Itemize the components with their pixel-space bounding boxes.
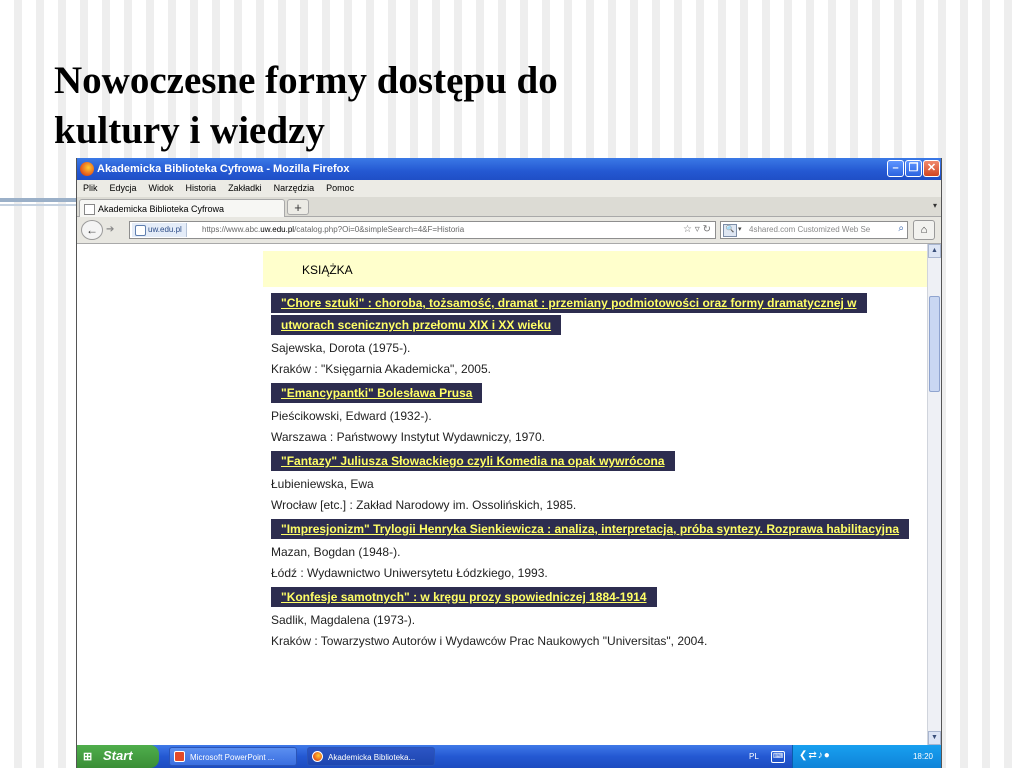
page-favicon-icon [84,204,95,215]
system-tray: PL ⌨ ❮⇄♪● 18:20 [749,745,941,768]
result-title-link[interactable]: "Impresjonizm" Trylogii Henryka Sienkiew… [271,519,910,539]
slide-title-line2: kultury i wiedzy [54,109,325,152]
menu-file[interactable]: Plik [77,180,103,193]
slide-accent-bar-light [0,204,76,206]
menu-view[interactable]: Widok [142,180,179,193]
results-list: "Chore sztuki" : choroba, tożsamość, dra… [271,292,911,654]
bookmark-star-icon[interactable]: ☆ [683,224,692,235]
site-identity-button[interactable]: uw.edu.pl [132,223,187,237]
section-header: KSIĄŻKA [263,251,927,287]
window-titlebar[interactable]: Akademicka Biblioteka Cyfrowa - Mozilla … [77,158,941,180]
window-title: Akademicka Biblioteka Cyfrowa - Mozilla … [97,163,350,175]
menu-help[interactable]: Pomoc [319,180,359,193]
powerpoint-icon [174,751,185,762]
firefox-icon [312,751,323,762]
result-author: Łubieniewska, Ewa [271,477,374,491]
taskbar-item-label: Akademicka Biblioteka... [328,753,416,762]
history-dropdown-icon[interactable]: ▿ [695,224,700,235]
taskbar-item-powerpoint[interactable]: Microsoft PowerPoint ... [169,747,297,766]
page-content: KSIĄŻKA "Chore sztuki" : choroba, tożsam… [77,244,941,745]
result-item: "Fantazy" Juliusza Słowackiego czyli Kom… [271,450,911,514]
result-imprint: Kraków : "Księgarnia Akademicka", 2005. [271,362,491,376]
result-title-link[interactable]: "Konfesje samotnych" : w kręgu prozy spo… [271,587,657,607]
tray-icons: ❮⇄♪● [799,750,831,761]
browser-window: Akademicka Biblioteka Cyfrowa - Mozilla … [76,158,942,768]
reload-icon[interactable]: ↻ [703,224,711,235]
slide-title: Nowoczesne formy dostępu do kultury i wi… [54,56,558,156]
tab-bar: Akademicka Biblioteka Cyfrowa + ▾ [77,197,941,217]
start-label: Start [103,748,133,763]
result-item: "Emancypantki" Bolesława Prusa Pieścikow… [271,382,911,446]
menu-history[interactable]: Historia [179,180,222,193]
menu-tools[interactable]: Narzędzia [267,180,320,193]
taskbar-item-label: Microsoft PowerPoint ... [190,753,275,762]
taskbar: ⊞ Start Microsoft PowerPoint ... Akademi… [77,745,941,768]
result-author: Sadlik, Magdalena (1973-). [271,613,416,627]
search-go-icon[interactable]: ⌕ [898,223,904,234]
start-button[interactable]: ⊞ Start [77,745,159,768]
site-identity-label: uw.edu.pl [148,225,182,234]
result-imprint: Kraków : Towarzystwo Autorów i Wydawców … [271,634,708,648]
result-imprint: Wrocław [etc.] : Zakład Narodowy im. Oss… [271,498,577,512]
close-button[interactable]: ✕ [923,160,940,177]
language-indicator[interactable]: PL [749,752,759,761]
tray-back-icon[interactable]: ❮ [799,750,808,761]
restore-button[interactable]: ❐ [905,160,922,177]
menu-edit[interactable]: Edycja [103,180,142,193]
result-author: Sajewska, Dorota (1975-). [271,341,411,355]
result-item: "Konfesje samotnych" : w kręgu prozy spo… [271,586,911,650]
url-domain: uw.edu.pl [260,225,295,234]
scroll-up-icon[interactable]: ▲ [928,244,941,258]
new-tab-button[interactable]: + [287,199,309,215]
back-button[interactable]: ← [81,220,103,240]
result-imprint: Warszawa : Państwowy Instytut Wydawniczy… [271,430,545,444]
network-icon[interactable]: ⇄ [808,750,817,761]
result-item: "Chore sztuki" : choroba, tożsamość, dra… [271,292,911,378]
tab-biblioteka[interactable]: Akademicka Biblioteka Cyfrowa [79,199,285,217]
antivirus-icon[interactable]: ● [824,750,831,761]
firefox-icon [80,162,94,176]
url-path: /catalog.php?Oi=0&simpleSearch=4&F=Histo… [294,225,465,234]
navigation-toolbar: ← ➔ uw.edu.pl https://www.abc.uw.edu.pl/… [77,217,941,244]
result-item: "Impresjonizm" Trylogii Henryka Sienkiew… [271,518,911,582]
site-identity-icon [135,225,146,236]
tab-label: Akademicka Biblioteka Cyfrowa [98,204,225,214]
window-controls: – ❐ ✕ [886,160,940,177]
forward-button[interactable]: ➔ [106,224,114,235]
search-engine-icon[interactable]: 🔍 [723,224,737,237]
windows-logo-icon: ⊞ [83,751,93,763]
minimize-button[interactable]: – [887,160,904,177]
scroll-down-icon[interactable]: ▼ [928,731,941,745]
search-engine-dropdown-icon[interactable]: ▾ [738,225,742,233]
section-header-label: KSIĄŻKA [302,263,353,277]
slide-title-line1: Nowoczesne formy dostępu do [54,59,558,102]
result-imprint: Łódź : Wydawnictwo Uniwersytetu Łódzkieg… [271,566,548,580]
result-title-link[interactable]: "Fantazy" Juliusza Słowackiego czyli Kom… [271,451,675,471]
result-author: Mazan, Bogdan (1948-). [271,545,401,559]
url-actions: ☆ ▿ ↻ [683,224,711,235]
result-title-link[interactable]: "Chore sztuki" : choroba, tożsamość, dra… [271,293,867,335]
slide-accent-bar [0,198,76,202]
scroll-thumb[interactable] [929,296,940,392]
url-prefix: https://www.abc. [202,225,261,234]
result-author: Pieścikowski, Edward (1932-). [271,409,432,423]
clock[interactable]: 18:20 [913,752,933,761]
menu-bar: Plik Edycja Widok Historia Zakładki Narzędzia… [77,180,941,197]
tab-list-dropdown-icon[interactable]: ▾ [933,201,937,210]
url-text[interactable]: https://www.abc.uw.edu.pl/catalog.php?Oi… [202,225,464,234]
vertical-scrollbar[interactable]: ▲ ▼ [927,244,941,745]
taskbar-item-firefox[interactable]: Akademicka Biblioteka... [307,747,435,766]
home-button[interactable]: ⌂ [913,220,935,240]
keyboard-icon[interactable]: ⌨ [771,751,785,763]
result-title-link[interactable]: "Emancypantki" Bolesława Prusa [271,383,483,403]
menu-bookmarks[interactable]: Zakładki [221,180,267,193]
address-bar[interactable]: uw.edu.pl https://www.abc.uw.edu.pl/cata… [129,221,716,239]
search-input[interactable]: 4shared.com Customized Web Se [749,225,870,234]
search-bar[interactable]: 🔍 ▾ 4shared.com Customized Web Se ⌕ [720,221,908,239]
